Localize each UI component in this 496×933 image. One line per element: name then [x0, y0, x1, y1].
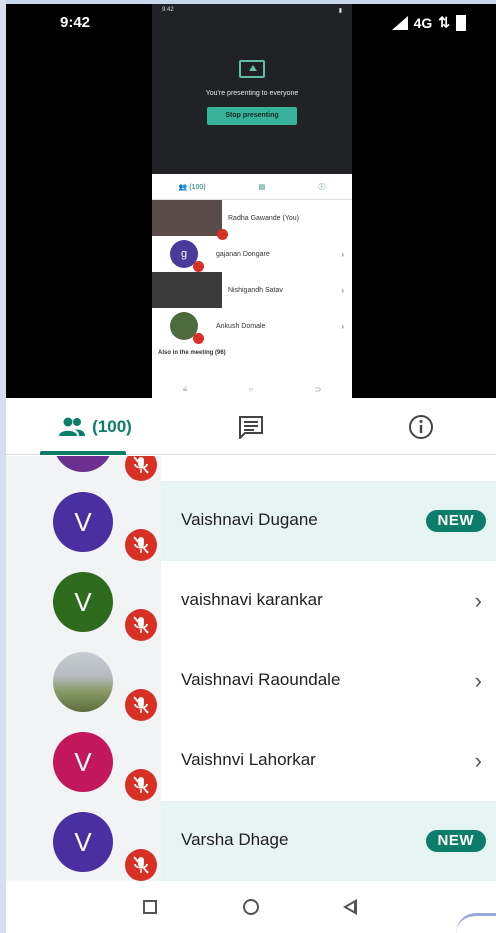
thumb-avatar-initial: g	[180, 248, 188, 260]
thumb-also-in-meeting: Also in the meeting (96)	[158, 350, 226, 356]
avatar: V	[53, 492, 113, 552]
avatar-initial: V	[74, 586, 92, 617]
status-icons: 4G ⇅	[391, 14, 466, 31]
thumb-present-icon	[239, 60, 265, 78]
status-time: 9:42	[60, 14, 91, 31]
avatar: V	[53, 732, 113, 792]
thumb-menu-icon: ≡	[182, 384, 188, 394]
mic-off-icon	[125, 609, 157, 641]
thumb-status-icons: ▮	[338, 8, 342, 14]
thumb-participant-row: Radha Gawande (You)	[152, 200, 352, 240]
thumb-participant-row: Ankush Domale ›	[152, 308, 352, 344]
data-arrows-icon: ⇅	[438, 14, 450, 30]
avatar-initial: V	[74, 506, 92, 537]
corner-decoration	[456, 913, 496, 933]
thumb-people-count: (100)	[189, 183, 206, 191]
thumb-presenting-panel: You're presenting to everyone Stop prese…	[152, 18, 352, 174]
thumb-chevron-icon: ›	[341, 285, 344, 295]
list-item[interactable]: V Vaishnvi Lahorkar ›	[6, 721, 496, 801]
thumb-status-bar: 9:42 ▮	[152, 4, 352, 18]
participant-name: Vaishnvi Lahorkar	[181, 750, 316, 769]
thumb-presenting-text: You're presenting to everyone	[205, 90, 299, 97]
thumb-participant-video	[152, 272, 222, 308]
battery-icon	[456, 14, 466, 31]
back-icon-inner	[347, 903, 354, 911]
list-item[interactable]: Vaishnavi Raoundale ›	[6, 641, 496, 721]
thumb-info-icon: ⓘ	[318, 183, 326, 191]
thumb-participant-row: Nishigandh Satav ›	[152, 272, 352, 308]
avatar	[53, 456, 113, 472]
thumb-avatar	[170, 312, 204, 344]
avatar-initial: V	[74, 826, 92, 857]
mic-off-icon	[125, 689, 157, 721]
info-icon	[409, 414, 433, 439]
participant-name: Varsha Dhage	[181, 830, 289, 849]
thumb-time: 9:42	[162, 7, 174, 13]
tab-info[interactable]	[386, 398, 456, 455]
new-badge: NEW	[425, 830, 486, 852]
phone-screen: 9:42 4G ⇅ 9:42 ▮ You're presenting to ev…	[0, 0, 496, 933]
system-nav-bar	[6, 881, 496, 933]
network-label: 4G	[413, 14, 433, 31]
tab-bar: (100)	[6, 398, 496, 455]
tab-chat[interactable]	[216, 398, 286, 455]
avatar: V	[53, 812, 113, 872]
thumb-people-tab: 👥 (100)	[178, 183, 206, 191]
list-item[interactable]: V Varsha Dhage NEW	[6, 801, 496, 881]
active-tab-indicator	[40, 451, 126, 455]
thumb-chevron-icon: ›	[341, 249, 344, 259]
avatar-initial: V	[74, 746, 92, 777]
people-icon	[59, 417, 86, 436]
people-count: (100)	[92, 416, 132, 436]
thumb-mute-icon	[193, 261, 204, 272]
thumb-participant-name: gajanan Dongare	[216, 250, 270, 258]
participant-name: vaishnavi karankar	[181, 590, 323, 609]
thumb-nav-bar: ≡ ○ ⊃	[152, 380, 352, 398]
participant-name: Vaishnavi Dugane	[181, 510, 318, 529]
recents-icon[interactable]	[143, 900, 157, 914]
chevron-right-icon[interactable]: ›	[475, 588, 482, 614]
thumb-chat-icon: ▤	[258, 183, 266, 191]
chevron-right-icon[interactable]: ›	[475, 748, 482, 774]
thumb-participant-name: Nishigandh Satav	[228, 286, 283, 294]
list-item-partial[interactable]	[6, 456, 496, 481]
thumb-mute-icon	[193, 333, 204, 344]
thumb-self-video	[152, 200, 228, 240]
thumb-chevron-icon: ›	[341, 321, 344, 331]
participant-name: Vaishnavi Raoundale	[181, 670, 341, 689]
participant-list[interactable]: V Vaishnavi Dugane NEW V vaishnavi karan…	[6, 456, 496, 881]
new-badge: NEW	[425, 510, 486, 532]
thumb-participant-name: Radha Gawande (You)	[228, 214, 299, 222]
screen-share-thumbnail: 9:42 ▮ You're presenting to everyone Sto…	[152, 4, 352, 398]
mic-off-icon	[125, 456, 157, 481]
thumb-home-icon: ○	[248, 384, 254, 394]
chat-icon	[239, 415, 263, 439]
tab-people[interactable]: (100)	[36, 398, 154, 455]
frame-left-edge	[0, 0, 6, 933]
mic-off-icon	[125, 769, 157, 801]
avatar-photo	[53, 652, 113, 712]
list-item[interactable]: V vaishnavi karankar ›	[6, 561, 496, 641]
thumb-tabs: 👥 (100) ▤ ⓘ	[152, 174, 352, 200]
thumb-stop-presenting-button: Stop presenting	[207, 107, 297, 125]
mic-off-icon	[125, 849, 157, 881]
thumb-participant-name: Ankush Domale	[216, 322, 266, 330]
home-icon[interactable]	[243, 899, 259, 915]
list-item[interactable]: V Vaishnavi Dugane NEW	[6, 481, 496, 561]
mic-off-icon	[125, 529, 157, 561]
avatar: V	[53, 572, 113, 632]
thumb-back-icon: ⊃	[314, 384, 322, 394]
thumb-participant-row: g gajanan Dongare ›	[152, 236, 352, 272]
thumb-avatar: g	[170, 240, 204, 272]
chevron-right-icon[interactable]: ›	[475, 668, 482, 694]
signal-icon	[391, 15, 408, 30]
